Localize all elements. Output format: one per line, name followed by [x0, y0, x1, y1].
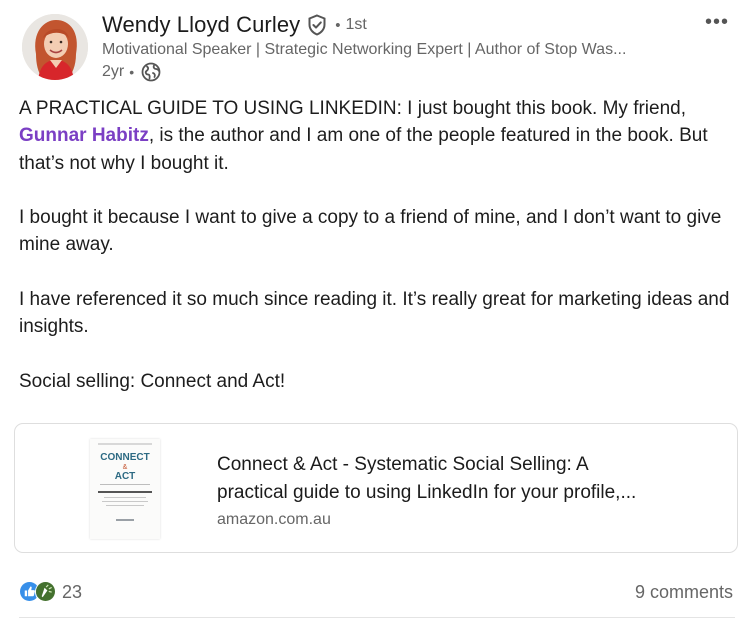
book-cover-thumbnail: CONNECT & ACT	[90, 439, 160, 539]
author-name[interactable]: Wendy Lloyd Curley	[102, 12, 300, 38]
author-avatar[interactable]	[22, 14, 88, 80]
author-name-row: Wendy Lloyd Curley • 1st	[102, 12, 367, 38]
post-paragraph-3: I have referenced it so much since readi…	[19, 289, 730, 338]
verified-shield-icon	[307, 14, 327, 36]
post-paragraph-1-start: A PRACTICAL GUIDE TO USING LINKEDIN: I j…	[19, 98, 686, 119]
link-card-title-line2: practical guide to using LinkedIn for yo…	[217, 482, 637, 503]
post-paragraph-2: I bought it because I want to give a cop…	[19, 207, 722, 256]
thumb-title-line3: ACT	[115, 471, 136, 482]
post-paragraph-1: A PRACTICAL GUIDE TO USING LINKEDIN: I j…	[19, 95, 735, 177]
post-body: A PRACTICAL GUIDE TO USING LINKEDIN: I j…	[19, 95, 735, 395]
link-card-title[interactable]: Connect & Act - Systematic Social Sellin…	[217, 451, 717, 507]
social-counts: 23 9 comments	[19, 581, 735, 609]
post-time[interactable]: 2yr	[102, 63, 124, 81]
link-preview-card[interactable]: CONNECT & ACT Connect & Act - Systematic…	[14, 423, 738, 553]
reactions-summary[interactable]: 23	[19, 581, 82, 603]
comments-count[interactable]: 9 comments	[635, 582, 733, 603]
meta-separator: •	[129, 64, 135, 80]
link-card-domain: amazon.com.au	[217, 511, 331, 528]
thumb-title-line1: CONNECT	[100, 452, 149, 463]
thumb-title-line2: &	[123, 464, 128, 471]
post-meta: 2yr •	[102, 62, 161, 82]
post-paragraph-4: Social selling: Connect and Act!	[19, 370, 286, 392]
feed-post: Wendy Lloyd Curley • 1st Motivational Sp…	[0, 0, 751, 633]
author-headline: Motivational Speaker | Strategic Network…	[102, 41, 627, 58]
more-icon: •••	[704, 11, 729, 33]
connection-degree: 1st	[345, 16, 367, 33]
globe-icon	[141, 62, 161, 82]
celebrate-icon	[35, 581, 57, 603]
avatar-photo	[22, 14, 88, 80]
post-divider	[19, 617, 735, 618]
link-card-title-line1: Connect & Act - Systematic Social Sellin…	[217, 454, 589, 475]
name-degree-separator: •	[335, 16, 341, 34]
post-more-button[interactable]: •••	[703, 10, 731, 34]
reaction-count: 23	[62, 581, 83, 602]
mention-link[interactable]: Gunnar Habitz	[19, 125, 149, 146]
